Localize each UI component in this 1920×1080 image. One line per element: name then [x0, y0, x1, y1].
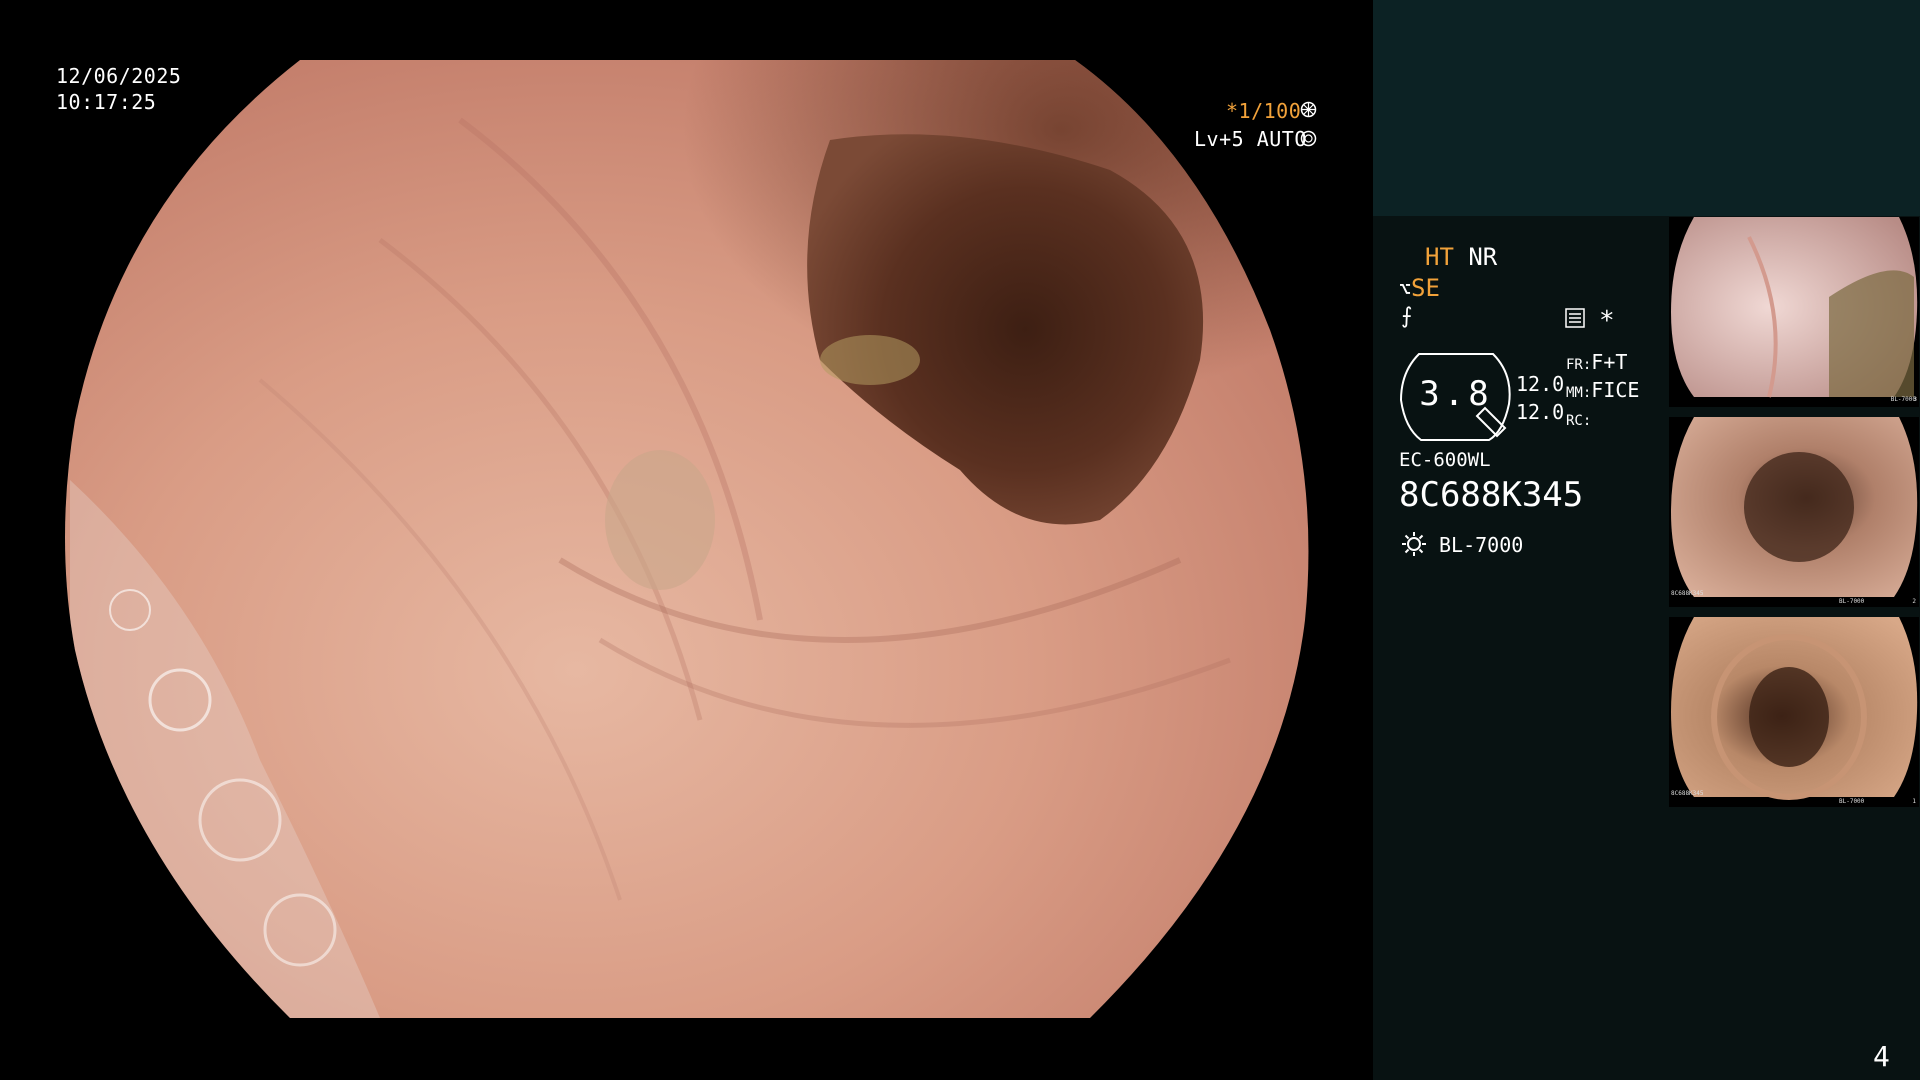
info-panel: HT NR ⌥SE ⨍ * 3.8 12.0 12.0 FR:F+T MM:FI… — [1373, 0, 1920, 1080]
zoom-gauge: 3.8 — [1399, 350, 1513, 444]
date-label: 12/06/2025 — [56, 64, 182, 88]
shutter-label: *1/100 — [1226, 99, 1302, 123]
endoscope-image — [65, 60, 1309, 1018]
time-label: 10:17:25 — [56, 90, 157, 114]
light-source-icon — [1401, 531, 1427, 557]
scope-serial: 8C688K345 — [1399, 475, 1584, 515]
value-1: 12.0 — [1516, 372, 1565, 396]
mode-se: SE — [1411, 274, 1440, 302]
fr-label: FR: — [1566, 357, 1592, 373]
rc-label: RC: — [1566, 413, 1592, 429]
thumbnail-2-index: 2 — [1912, 598, 1916, 605]
scope-model: EC-600WL — [1399, 449, 1491, 471]
endoscope-view: 12/06/2025 10:17:25 *1/100 Lv+5 AUTO — [0, 0, 1372, 1080]
page-number: 4 — [1873, 1040, 1890, 1073]
thumbnail-1-serial: 8C688K345 — [1671, 790, 1704, 797]
mode-ht: HT — [1425, 243, 1454, 271]
iris-icon — [1300, 130, 1317, 147]
menu-list-icon — [1565, 308, 1585, 328]
aperture-icon — [1300, 101, 1317, 118]
star-marker: * — [1599, 306, 1615, 336]
fr-value: F+T — [1591, 350, 1628, 374]
settings-list: FR:F+T MM:FICE RC: — [1566, 350, 1639, 434]
thumbnail-1-light: BL-7000 — [1839, 798, 1865, 805]
filter-icon: ⨍ — [1401, 304, 1413, 329]
level-label: Lv+5 AUTO — [1194, 127, 1307, 151]
thumbnail-2-serial: 8C688K345 — [1671, 590, 1704, 597]
mode-row-2: ⌥SE — [1399, 274, 1440, 302]
thumbnail-3[interactable]: BL-7000 3 — [1669, 217, 1919, 407]
thumbnail-3-light: BL-7000 — [1890, 396, 1916, 403]
thumbnail-2[interactable]: 8C688K345 BL-7000 2 — [1669, 417, 1919, 607]
zoom-value: 3.8 — [1419, 374, 1493, 414]
mm-label: MM: — [1566, 385, 1592, 401]
light-source-label: BL-7000 — [1439, 533, 1524, 557]
enhance-icon: ⌥ — [1399, 277, 1412, 301]
mode-nr: NR — [1468, 243, 1498, 271]
thumbnail-3-index: 3 — [1913, 396, 1917, 403]
mm-value: FICE — [1591, 378, 1640, 402]
panel-header-area — [1373, 0, 1920, 216]
value-2: 12.0 — [1516, 400, 1565, 424]
mode-row-1: HT NR — [1425, 243, 1497, 271]
thumbnail-1-index: 1 — [1912, 798, 1916, 805]
value-list: 12.0 12.0 — [1516, 370, 1564, 426]
thumbnail-2-light: BL-7000 — [1839, 598, 1865, 605]
thumbnail-1[interactable]: 8C688K345 BL-7000 1 — [1669, 617, 1919, 807]
